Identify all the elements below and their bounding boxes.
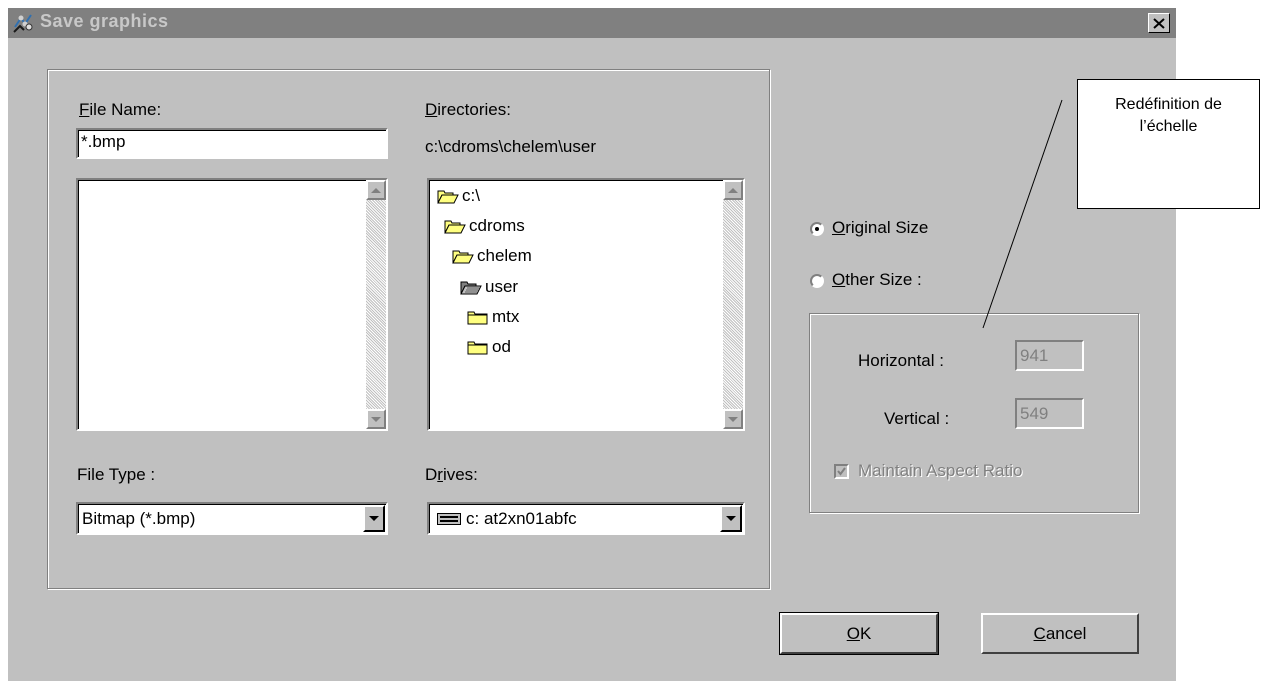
open-folder-icon: [444, 220, 466, 234]
checkmark-icon: [837, 467, 846, 476]
folder-icon: [467, 341, 488, 355]
scroll-up-button[interactable]: [366, 180, 386, 200]
cancel-button[interactable]: Cancel: [981, 613, 1139, 654]
file-list-scrollbar[interactable]: [366, 180, 386, 429]
open-folder-icon: [437, 190, 459, 204]
drives-label: Drives:: [425, 465, 478, 484]
vertical-label: Vertical :: [884, 409, 950, 428]
drives-dropdown-button[interactable]: [720, 505, 742, 532]
directories-path: c:\cdroms\chelem\user: [425, 137, 596, 156]
tree-item-mtx[interactable]: mtx: [467, 307, 519, 327]
vertical-input[interactable]: 549: [1015, 398, 1084, 429]
arrow-down-icon: [371, 416, 381, 422]
other-size-radio[interactable]: [810, 274, 824, 288]
horizontal-label: Horizontal :: [858, 351, 944, 370]
size-groupbox: [809, 313, 1139, 513]
horizontal-input[interactable]: 941: [1015, 340, 1084, 371]
close-icon: [1153, 17, 1165, 29]
annotation-line-1: Redéfinition de: [1115, 96, 1222, 113]
other-size-label[interactable]: Other Size :: [832, 270, 922, 290]
original-size-radio[interactable]: [810, 222, 824, 236]
maintain-aspect-checkbox[interactable]: [834, 464, 849, 479]
maintain-aspect-label: Maintain Aspect Ratio: [858, 461, 1023, 480]
tree-item-od[interactable]: od: [467, 337, 511, 357]
file-type-label: File Type :: [77, 465, 156, 484]
drives-value: c: at2xn01abfc: [466, 509, 577, 528]
open-folder-icon: [452, 250, 474, 264]
tree-item-chelem[interactable]: chelem: [452, 246, 532, 266]
save-graphics-dialog: Save graphics File Name: Directories: c:…: [8, 8, 1176, 681]
app-icon: [12, 12, 34, 34]
arrow-down-icon: [728, 416, 738, 422]
arrow-up-icon: [728, 187, 738, 193]
window-title: Save graphics: [40, 11, 169, 31]
folder-icon: [467, 311, 488, 325]
tree-item-user[interactable]: user: [460, 277, 518, 297]
directory-tree[interactable]: c:\ cdroms chelem user mtx od: [427, 178, 745, 431]
file-type-dropdown-button[interactable]: [363, 505, 385, 532]
scroll-down-button[interactable]: [723, 409, 743, 429]
open-folder-selected-icon: [460, 281, 482, 295]
file-name-input[interactable]: [76, 128, 388, 159]
chevron-down-icon: [369, 516, 379, 521]
directories-label: Directories:: [425, 100, 511, 119]
file-type-select[interactable]: Bitmap (*.bmp): [76, 502, 388, 535]
drive-icon: [437, 513, 461, 525]
file-type-value: Bitmap (*.bmp): [82, 509, 196, 528]
file-list[interactable]: [76, 178, 388, 431]
chevron-down-icon: [726, 516, 736, 521]
title-bar[interactable]: Save graphics: [8, 8, 1176, 38]
radio-selected-dot: [815, 227, 819, 231]
tree-item-cdroms[interactable]: cdroms: [444, 216, 525, 236]
file-name-field[interactable]: [78, 130, 386, 154]
ok-button[interactable]: OK: [779, 612, 939, 655]
annotation-line-2: l’échelle: [1139, 118, 1198, 135]
scroll-up-button[interactable]: [723, 180, 743, 200]
original-size-label[interactable]: Original Size: [832, 218, 928, 238]
annotation-callout: Redéfinition de l’échelle: [1077, 79, 1260, 209]
file-name-label: File Name:: [79, 100, 162, 119]
drives-select[interactable]: c: at2xn01abfc: [427, 502, 745, 535]
arrow-up-icon: [371, 187, 381, 193]
scroll-down-button[interactable]: [366, 409, 386, 429]
directory-tree-scrollbar[interactable]: [723, 180, 743, 429]
close-button[interactable]: [1148, 13, 1170, 33]
tree-item-c[interactable]: c:\: [437, 186, 480, 206]
